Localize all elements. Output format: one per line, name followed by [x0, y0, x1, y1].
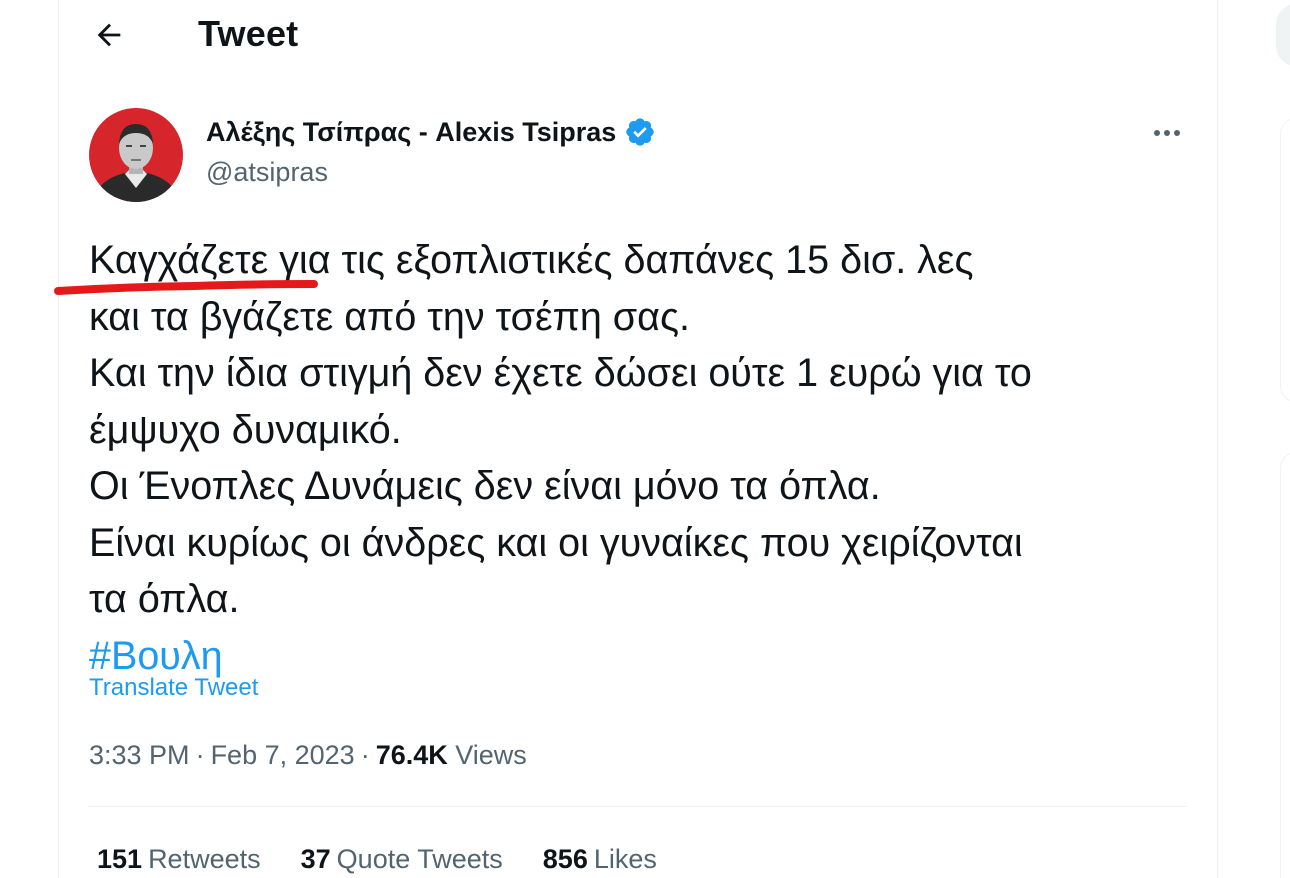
divider	[89, 806, 1187, 807]
quotes-label: Quote Tweets	[336, 844, 503, 874]
translate-tweet-link[interactable]: Translate Tweet	[89, 672, 258, 704]
verified-badge-icon[interactable]	[624, 116, 656, 148]
quotes-count: 37	[300, 844, 331, 874]
profile-photo	[89, 108, 183, 202]
tweet-time[interactable]: 3:33 PM	[89, 740, 190, 770]
likes-count: 856	[542, 844, 588, 874]
author-display-name[interactable]: Αλέξης Τσίπρας - Alexis Tsipras	[206, 112, 616, 152]
back-button[interactable]	[88, 14, 130, 56]
meta-separator: ·	[360, 740, 370, 770]
retweets-count: 151	[97, 844, 143, 874]
red-underline-annotation	[54, 280, 318, 295]
retweets-stat[interactable]: 151 Retweets	[97, 840, 261, 878]
author-name-row: Αλέξης Τσίπρας - Alexis Tsipras	[206, 112, 656, 152]
tweet-page: Tweet Αλέξης Τσίπρας - Alexis Tsipras @a…	[0, 0, 1290, 878]
author-handle[interactable]: @atsipras	[206, 153, 328, 191]
tweet-text: Καγχάζετε για τις εξοπλιστικές δαπάνες 1…	[89, 232, 1199, 684]
ellipsis-icon	[1154, 130, 1180, 136]
tweet-stats: 151 Retweets 37 Quote Tweets 856 Likes	[97, 840, 657, 878]
likes-stat[interactable]: 856 Likes	[543, 840, 657, 878]
tweet-line: Και την ίδια στιγμή δεν έχετε δώσει ούτε…	[89, 351, 1032, 395]
tweet-line: Οι Ένοπλες Δυνάμεις δεν είναι μόνο τα όπ…	[89, 464, 881, 508]
tweet-line: Είναι κυρίως οι άνδρες και οι γυναίκες π…	[89, 520, 1023, 565]
column-border-right	[1217, 0, 1218, 878]
page-title: Tweet	[198, 13, 299, 54]
arrow-left-icon	[97, 23, 121, 47]
more-options-button[interactable]	[1144, 112, 1190, 154]
tweet-first-word: Καγχάζετε	[89, 238, 269, 282]
avatar[interactable]	[89, 108, 183, 202]
sidebar-card-secondary	[1280, 452, 1290, 878]
views-count: 76.4K	[375, 740, 448, 770]
views-label: Views	[455, 740, 527, 770]
retweets-label: Retweets	[148, 844, 261, 874]
tweet-line: έμψυχο δυναμικό.	[89, 407, 402, 452]
sidebar-search-box[interactable]	[1276, 4, 1290, 66]
tweet-date[interactable]: Feb 7, 2023	[211, 740, 355, 770]
tweet-line-rest: για τις εξοπλιστικές δαπάνες 15 δισ. λες	[268, 238, 974, 282]
tweet-meta: 3:33 PM · Feb 7, 2023 · 76.4K Views	[89, 736, 527, 774]
sidebar-card	[1280, 118, 1290, 402]
column-border-left	[58, 0, 59, 878]
meta-separator: ·	[195, 740, 205, 770]
tweet-line: τα όπλα.	[89, 577, 240, 621]
quote-tweets-stat[interactable]: 37 Quote Tweets	[301, 840, 503, 878]
likes-label: Likes	[593, 844, 657, 874]
